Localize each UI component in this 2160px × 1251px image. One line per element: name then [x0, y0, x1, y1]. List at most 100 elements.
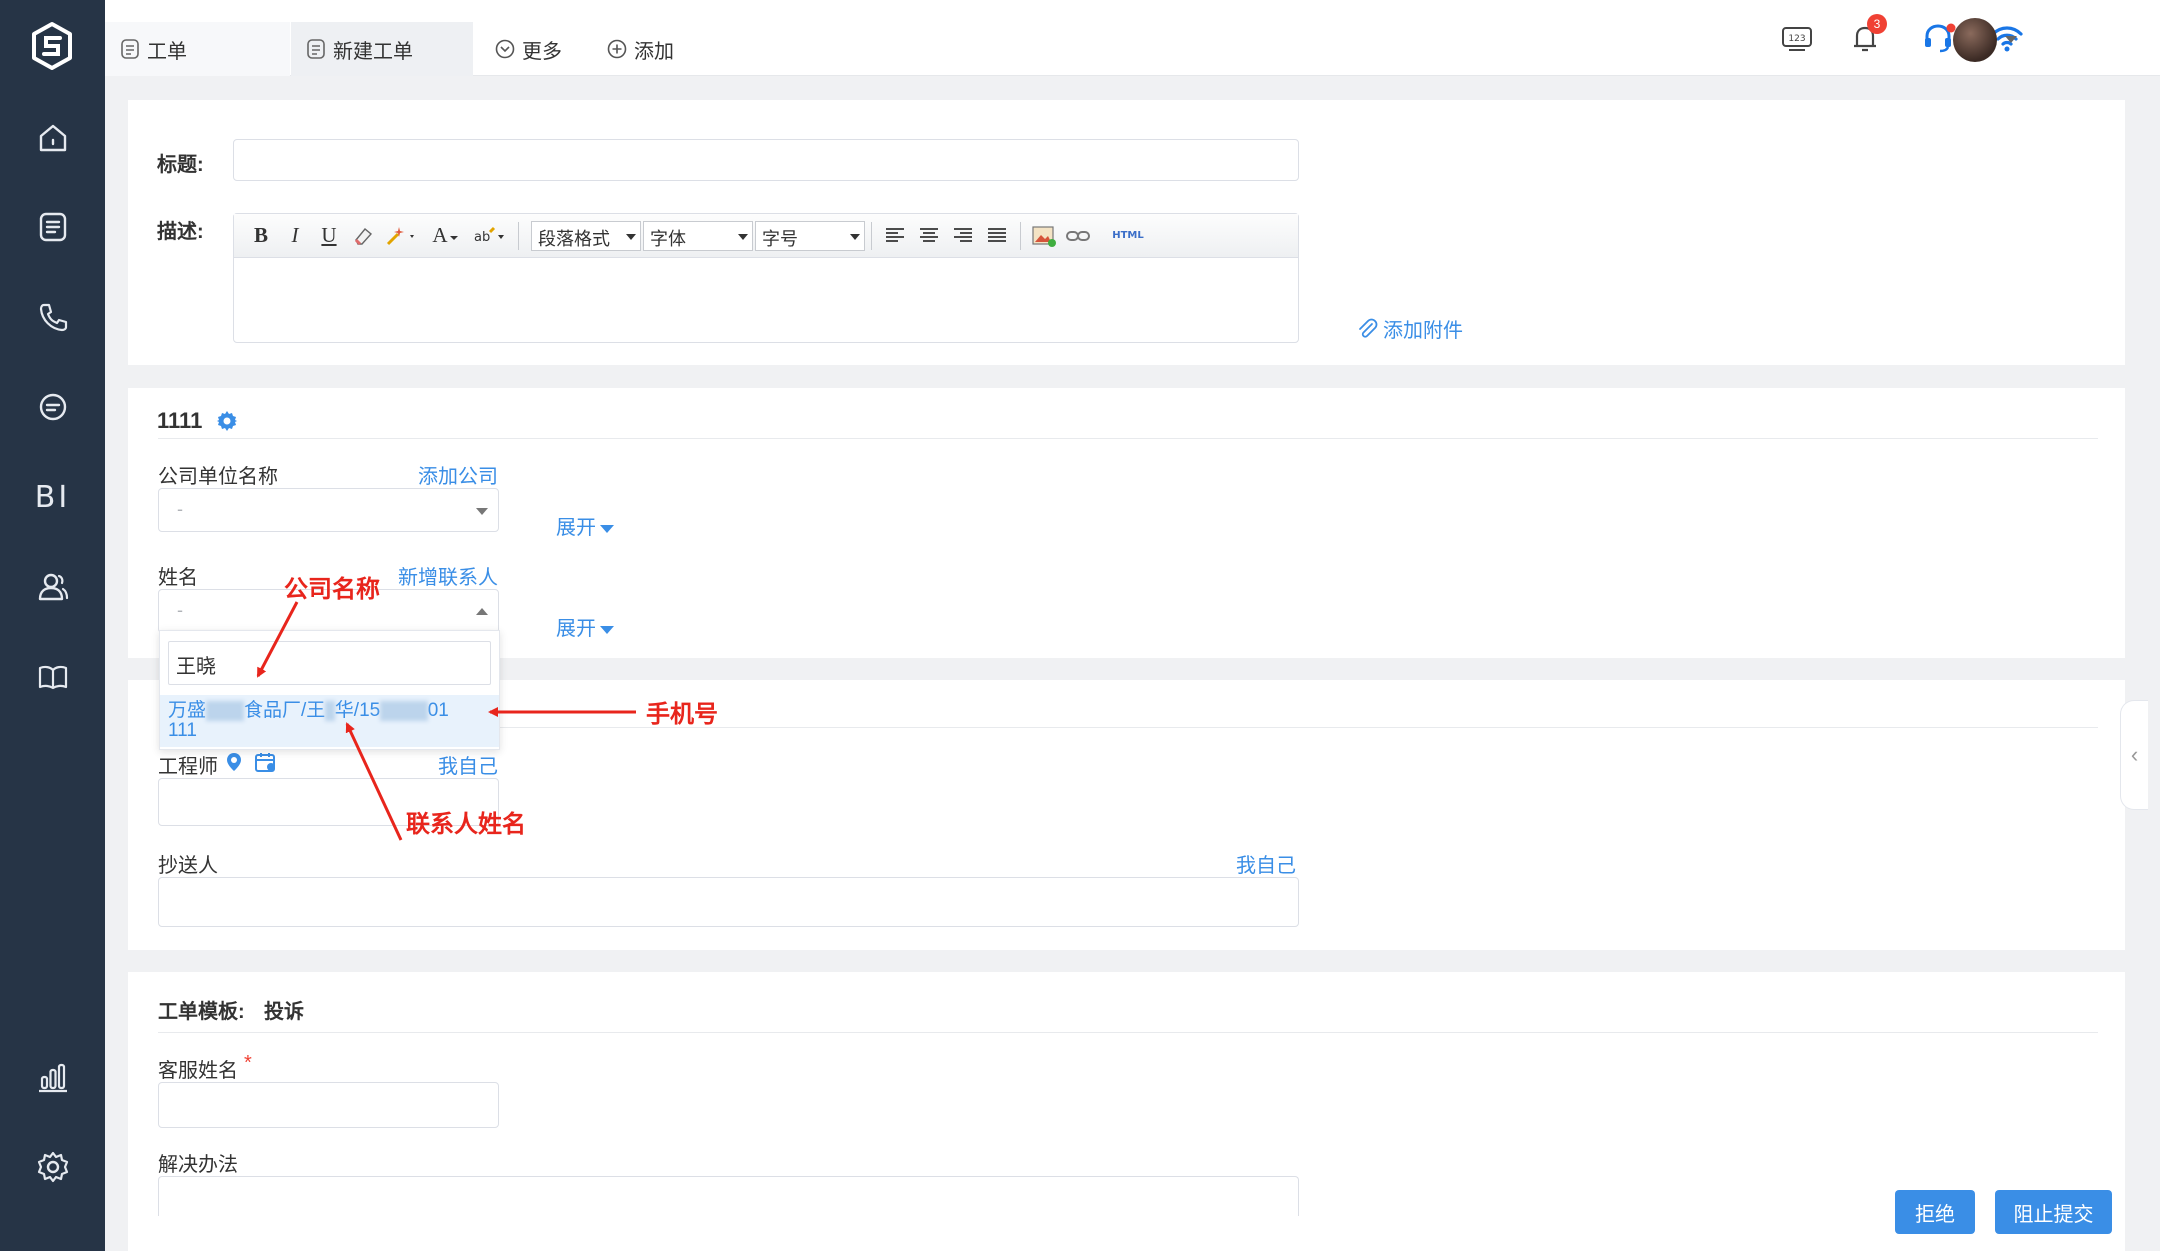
paperclip-icon: [1359, 318, 1378, 338]
add-attachment-link[interactable]: 添加附件: [1355, 314, 1463, 343]
knowledge-book-icon[interactable]: [0, 645, 105, 709]
option-text: 01: [427, 700, 449, 721]
home-icon[interactable]: [0, 106, 105, 170]
paragraph-format-dropdown[interactable]: 段落格式: [531, 220, 641, 251]
block-submit-button[interactable]: 阻止提交: [1995, 1190, 2112, 1234]
align-right-icon[interactable]: [946, 222, 980, 250]
add-contact-link[interactable]: 新增联系人: [398, 561, 498, 590]
contacts-icon[interactable]: [0, 555, 105, 619]
expand-contact-toggle[interactable]: 展开: [556, 612, 614, 641]
annotation-company: 公司名称: [284, 576, 380, 603]
align-left-icon[interactable]: [878, 222, 912, 250]
annotation-phone: 手机号: [646, 701, 718, 728]
option-text: 华/15: [334, 700, 381, 721]
align-justify-icon[interactable]: [980, 222, 1014, 250]
title-label: 标题:: [157, 154, 204, 176]
tab-label: 新建工单: [333, 40, 413, 63]
notification-bell-icon[interactable]: 3: [1845, 14, 1887, 58]
toolbar-divider: [871, 221, 872, 250]
required-mark: *: [244, 1052, 252, 1074]
option-text: 食品厂/王: [244, 700, 326, 721]
tab-add[interactable]: 添加: [592, 22, 688, 76]
bi-label: BI: [34, 479, 71, 515]
template-value: 投诉: [264, 1001, 304, 1023]
expand-company-toggle[interactable]: 展开: [556, 511, 614, 540]
tab-label: 添加: [634, 40, 674, 63]
title-input[interactable]: [233, 139, 1299, 181]
chat-icon[interactable]: [0, 375, 105, 439]
caret-down-icon: [476, 508, 488, 515]
phone-icon[interactable]: [0, 285, 105, 349]
cc-myself-link[interactable]: 我自己: [1236, 849, 1296, 878]
contact-option[interactable]: 万盛xxxx食品厂/王x华/15xxxxx01 111: [160, 695, 499, 747]
rich-text-editor[interactable]: B I U A ab 段落格式 字体 字号 HTML: [233, 213, 1299, 343]
contact-dropdown: 王晓 万盛xxxx食品厂/王x华/15xxxxx01 111: [159, 630, 500, 750]
location-pin-icon[interactable]: [225, 751, 243, 773]
gear-icon[interactable]: [216, 410, 238, 432]
align-center-icon[interactable]: [912, 222, 946, 250]
schedule-calendar-icon[interactable]: [254, 751, 278, 773]
template-label: 工单模板:: [158, 1001, 245, 1023]
company-name-label: 公司单位名称: [158, 466, 278, 488]
agent-name-input[interactable]: [158, 1082, 499, 1128]
insert-image-icon[interactable]: [1027, 222, 1061, 250]
bold-button[interactable]: B: [244, 223, 278, 248]
headset-support-icon[interactable]: [1918, 18, 1958, 58]
section-divider: [158, 1032, 2098, 1033]
font-size-dropdown[interactable]: 字号: [755, 220, 865, 251]
notification-badge: 3: [1867, 14, 1887, 34]
company-select[interactable]: -: [158, 488, 499, 532]
engineer-label: 工程师: [158, 756, 218, 778]
add-company-link[interactable]: 添加公司: [418, 460, 498, 489]
company-select-value: -: [177, 499, 183, 519]
caret-down-icon[interactable]: [2005, 36, 2017, 43]
font-family-dropdown[interactable]: 字体: [643, 220, 753, 251]
description-label: 描述:: [157, 221, 204, 243]
statistics-icon[interactable]: [0, 1045, 105, 1109]
toolbar-spacer: [1101, 222, 1102, 250]
contact-name-label: 姓名: [158, 567, 198, 589]
insert-link-icon[interactable]: [1061, 222, 1095, 250]
document-icon: [307, 39, 325, 59]
html-source-button[interactable]: HTML: [1108, 222, 1148, 250]
caret-up-icon: [476, 608, 488, 615]
contact-select-value: -: [177, 600, 183, 620]
settings-gear-icon[interactable]: [0, 1135, 105, 1199]
solution-input[interactable]: [158, 1176, 1299, 1216]
ticket-list-icon[interactable]: [0, 195, 105, 259]
assign-myself-link[interactable]: 我自己: [438, 750, 498, 779]
section-title: 1111: [157, 408, 203, 433]
magic-wand-icon[interactable]: [380, 222, 424, 250]
user-avatar[interactable]: [1953, 18, 1997, 62]
font-color-label: A: [432, 223, 448, 247]
agent-name-label: 客服姓名: [158, 1060, 238, 1082]
sidebar: BI: [0, 0, 105, 1251]
section-divider: [158, 438, 2098, 439]
tab-label: 更多: [522, 40, 562, 63]
tab-new-ticket[interactable]: 新建工单: [291, 22, 473, 76]
highlight-icon[interactable]: ab: [468, 222, 512, 250]
bi-report-icon[interactable]: BI: [0, 465, 105, 529]
svg-text:123: 123: [1788, 34, 1805, 44]
cc-label: 抄送人: [158, 855, 218, 877]
topbar: 工单 新建工单 更多 添加 123 3: [105, 0, 2160, 76]
option-text: 万盛: [168, 700, 207, 721]
cc-input[interactable]: [158, 877, 1299, 927]
eraser-icon[interactable]: [346, 222, 380, 250]
editor-toolbar: B I U A ab 段落格式 字体 字号 HTML: [234, 214, 1298, 258]
tab-label: 工单: [147, 40, 187, 63]
italic-button[interactable]: I: [278, 223, 312, 248]
add-attachment-label: 添加附件: [1383, 320, 1463, 342]
contact-search-input[interactable]: 王晓: [168, 641, 491, 685]
font-color-button[interactable]: A: [424, 222, 468, 250]
underline-button[interactable]: U: [312, 223, 346, 248]
app-logo-icon[interactable]: [26, 20, 78, 72]
chevron-circle-down-icon: [495, 39, 515, 59]
reject-button[interactable]: 拒绝: [1895, 1190, 1975, 1234]
section-divider: [500, 727, 2098, 728]
tab-tickets[interactable]: 工单: [105, 22, 290, 76]
collapse-panel-handle[interactable]: ‹: [2120, 700, 2148, 810]
tab-more[interactable]: 更多: [480, 22, 576, 76]
toolbar-divider: [1020, 221, 1021, 250]
keyboard-icon[interactable]: 123: [1777, 18, 1817, 58]
